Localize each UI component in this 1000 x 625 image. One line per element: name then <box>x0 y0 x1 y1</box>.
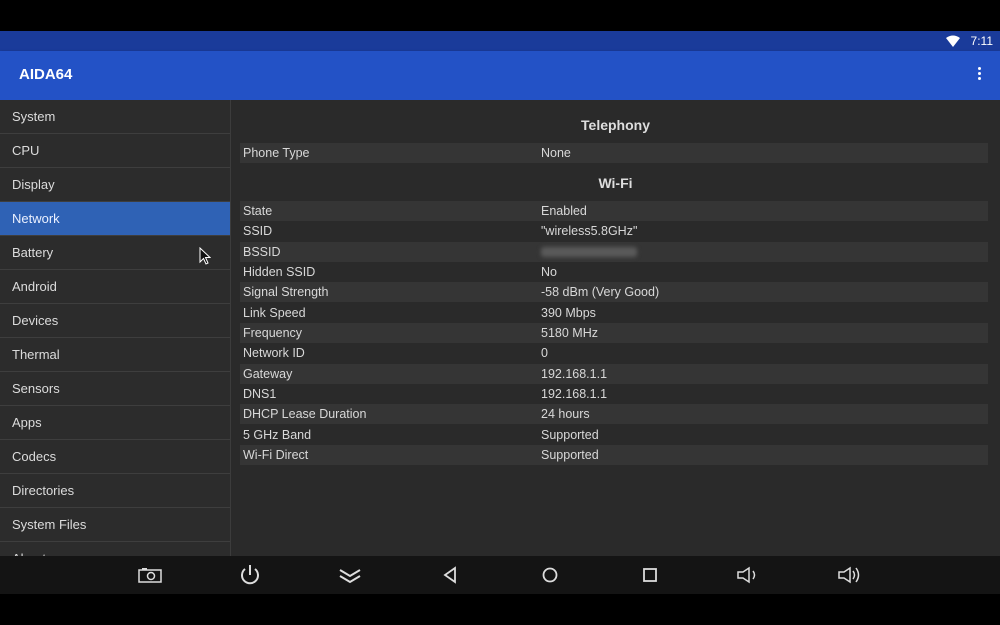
wifi-icon <box>946 35 960 47</box>
sidebar-item-cpu[interactable]: CPU <box>0 134 230 168</box>
overflow-menu-icon[interactable] <box>976 67 982 85</box>
row-value: 390 Mbps <box>541 306 596 320</box>
sidebar-item-about[interactable]: About <box>0 542 230 556</box>
sidebar-item-battery[interactable]: Battery <box>0 236 230 270</box>
row-value: 5180 MHz <box>541 326 598 340</box>
table-row: 5 GHz Band Supported <box>240 425 988 445</box>
recents-icon[interactable] <box>637 563 663 587</box>
row-key: Phone Type <box>243 146 310 160</box>
mouse-pointer-icon <box>199 247 211 265</box>
row-value: Supported <box>541 428 599 442</box>
table-row: Phone Type None <box>240 143 988 163</box>
sidebar-item-system-files[interactable]: System Files <box>0 508 230 542</box>
row-key: BSSID <box>243 245 281 259</box>
sidebar-item-android[interactable]: Android <box>0 270 230 304</box>
app-bar: AIDA64 <box>0 51 1000 100</box>
status-time: 7:11 <box>970 34 993 48</box>
row-value: No <box>541 265 557 279</box>
row-value: Enabled <box>541 204 587 218</box>
volume-down-icon[interactable] <box>736 563 762 587</box>
power-icon[interactable] <box>237 563 263 587</box>
sidebar-item-thermal[interactable]: Thermal <box>0 338 230 372</box>
table-row: Gateway 192.168.1.1 <box>240 364 988 384</box>
table-row: BSSID <box>240 242 988 262</box>
row-key: Hidden SSID <box>243 265 316 279</box>
table-row: Link Speed 390 Mbps <box>240 303 988 323</box>
screenshot-icon[interactable] <box>137 563 163 587</box>
detail-panel: Telephony Phone Type None Wi-Fi State En… <box>231 100 1000 556</box>
sidebar: System CPU Display Network Battery Andro… <box>0 100 231 556</box>
row-value: 192.168.1.1 <box>541 367 608 381</box>
row-key: 5 GHz Band <box>243 428 312 442</box>
top-letterbox <box>0 0 1000 31</box>
section-title-wifi: Wi-Fi <box>598 175 633 191</box>
sidebar-item-apps[interactable]: Apps <box>0 406 230 440</box>
sidebar-item-system[interactable]: System <box>0 100 230 134</box>
sidebar-item-codecs[interactable]: Codecs <box>0 440 230 474</box>
row-value: 0 <box>541 346 548 360</box>
table-row: Signal Strength -58 dBm (Very Good) <box>240 282 988 302</box>
back-icon[interactable] <box>437 563 463 587</box>
table-row: Network ID 0 <box>240 343 988 363</box>
table-row: DHCP Lease Duration 24 hours <box>240 404 988 424</box>
home-icon[interactable] <box>537 563 563 587</box>
sidebar-item-devices[interactable]: Devices <box>0 304 230 338</box>
row-value: 24 hours <box>541 407 590 421</box>
table-row: SSID "wireless5.8GHz" <box>240 221 988 241</box>
row-value-blurred <box>541 242 637 263</box>
row-key: Link Speed <box>243 306 306 320</box>
row-key: DNS1 <box>243 387 277 401</box>
row-key: SSID <box>243 224 273 238</box>
row-value: Supported <box>541 448 599 462</box>
table-row: Frequency 5180 MHz <box>240 323 988 343</box>
table-row: DNS1 192.168.1.1 <box>240 384 988 404</box>
row-key: Wi-Fi Direct <box>243 448 309 462</box>
redacted-bssid <box>541 247 637 257</box>
navigation-bar <box>0 556 1000 594</box>
table-row: Hidden SSID No <box>240 262 988 282</box>
row-value: 192.168.1.1 <box>541 387 608 401</box>
table-row: Wi-Fi Direct Supported <box>240 445 988 465</box>
app-title: AIDA64 <box>19 66 73 83</box>
collapse-icon[interactable] <box>337 563 363 587</box>
row-key: Network ID <box>243 346 305 360</box>
bottom-letterbox <box>0 594 1000 625</box>
sidebar-item-display[interactable]: Display <box>0 168 230 202</box>
row-key: Gateway <box>243 367 293 381</box>
row-value: "wireless5.8GHz" <box>541 224 638 238</box>
sidebar-item-directories[interactable]: Directories <box>0 474 230 508</box>
volume-up-icon[interactable] <box>837 563 863 587</box>
row-key: Signal Strength <box>243 285 329 299</box>
sidebar-item-network[interactable]: Network <box>0 202 230 236</box>
status-bar: 7:11 <box>0 31 1000 51</box>
row-key: Frequency <box>243 326 303 340</box>
sidebar-item-sensors[interactable]: Sensors <box>0 372 230 406</box>
row-value: -58 dBm (Very Good) <box>541 285 660 299</box>
section-title-telephony: Telephony <box>581 117 650 133</box>
row-key: DHCP Lease Duration <box>243 407 367 421</box>
row-key: State <box>243 204 273 218</box>
table-row: State Enabled <box>240 201 988 221</box>
row-value: None <box>541 146 571 160</box>
